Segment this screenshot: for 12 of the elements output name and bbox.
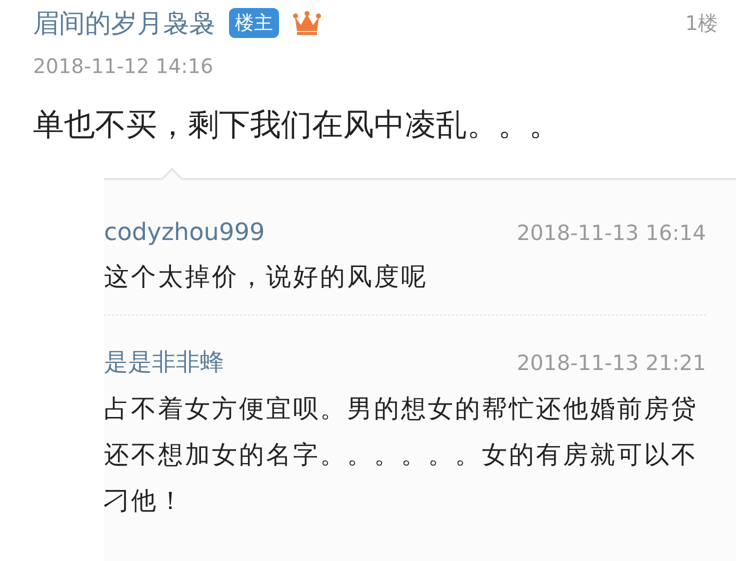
reply-time: 2018-11-13 21:21	[516, 351, 706, 375]
floor-number: 1楼	[685, 10, 718, 36]
reply-text: 占不着女方便宜呗。男的想女的帮忙还他婚前房贷还不想加女的名字。。。。。。女的有房就可以不刁他！	[104, 393, 699, 517]
reply-author[interactable]: codyzhou999	[104, 218, 265, 246]
post-time: 2018-11-12 14:16	[32, 53, 214, 78]
reply-author[interactable]: 是是非非蜂	[104, 346, 224, 378]
owner-badge: 楼主	[229, 8, 279, 38]
reply-time: 2018-11-13 16:14	[516, 221, 706, 245]
crown-icon	[293, 11, 321, 35]
author-name[interactable]: 眉间的岁月袅袅	[33, 6, 215, 40]
reply-text: 这个太掉价，说好的风度呢	[104, 261, 429, 293]
post-text: 单也不买，剩下我们在风中凌乱。。。	[32, 106, 561, 145]
